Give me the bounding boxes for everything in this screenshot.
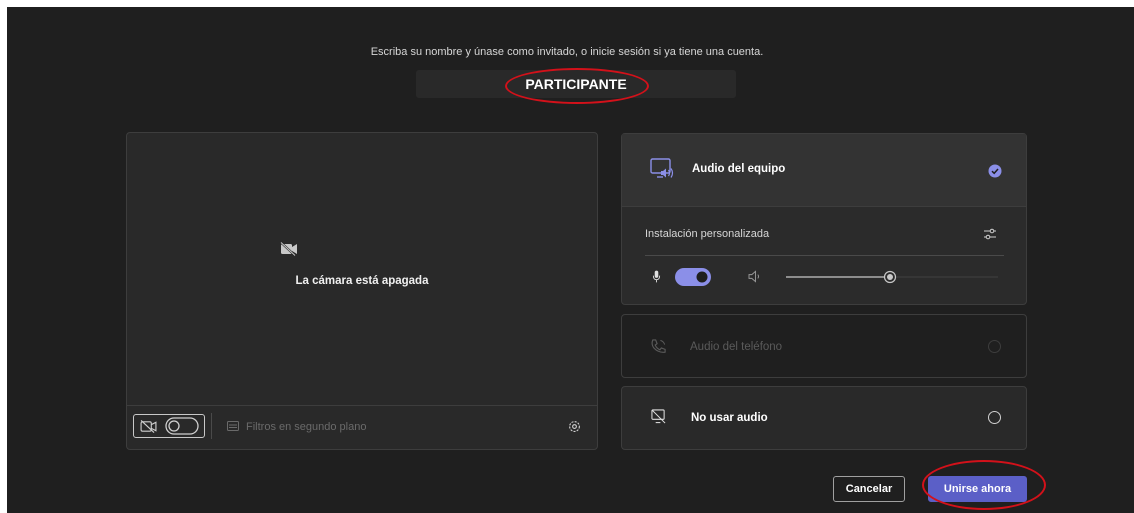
video-preview-panel (126, 132, 598, 450)
microphone-icon (652, 270, 661, 283)
join-instructions: Escriba su nombre y únase como invitado,… (370, 46, 764, 58)
selected-check-icon (988, 164, 1002, 178)
join-now-button[interactable]: Unirse ahora (928, 476, 1027, 502)
no-audio-icon (651, 409, 666, 424)
audio-option-label: Audio del teléfono (690, 341, 783, 353)
camera-toggle-switch[interactable] (165, 417, 199, 435)
camera-off-message: La cámara está apagada (295, 275, 429, 287)
phone-audio-radio[interactable] (988, 340, 1001, 353)
custom-setup-divider (645, 255, 1004, 256)
no-audio-radio[interactable] (988, 411, 1001, 424)
name-input-value[interactable]: PARTICIPANTE (416, 70, 736, 98)
audio-option-label: Audio del equipo (692, 163, 786, 175)
gear-icon[interactable] (567, 419, 582, 434)
custom-setup-label: Instalación personalizada (645, 228, 770, 240)
background-filters-button[interactable]: Filtros en segundo plano (246, 421, 366, 433)
camera-off-icon (280, 242, 297, 256)
camera-toggle-icon (140, 420, 157, 433)
cancel-button[interactable]: Cancelar (833, 476, 905, 502)
computer-audio-icon (650, 158, 674, 178)
speaker-volume-slider[interactable] (786, 270, 998, 284)
audio-option-none[interactable] (621, 386, 1027, 450)
background-filters-icon (227, 421, 239, 431)
device-settings-icon[interactable] (983, 227, 997, 241)
audio-option-phone[interactable] (621, 314, 1027, 378)
audio-option-computer-header (622, 134, 1026, 207)
microphone-toggle[interactable] (675, 268, 711, 286)
audio-option-label: No usar audio (691, 412, 768, 424)
speaker-icon (748, 270, 759, 283)
phone-audio-icon (651, 339, 666, 353)
toolbar-divider (211, 413, 212, 439)
